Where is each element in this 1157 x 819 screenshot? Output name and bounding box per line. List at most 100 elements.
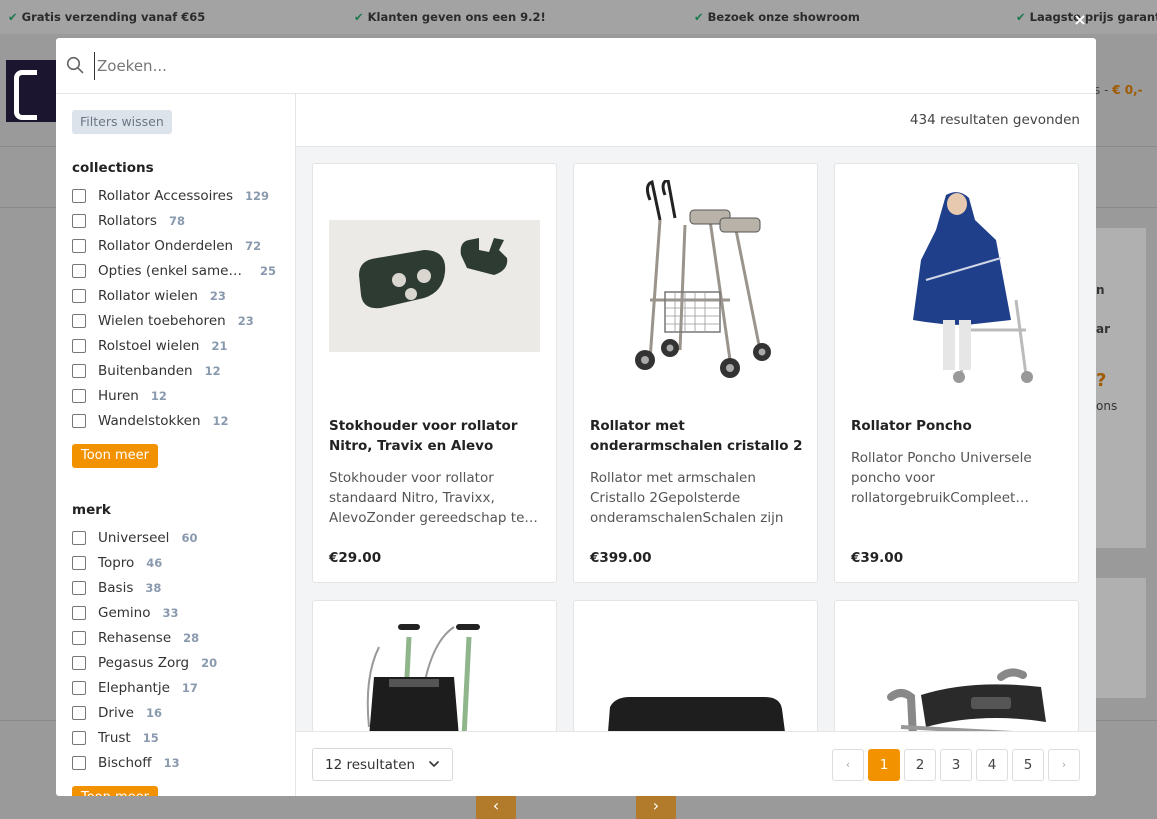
product-card[interactable]: Stokhouder voor rollator Nitro, Travix e…	[312, 163, 557, 583]
search-input[interactable]	[94, 52, 994, 80]
product-title[interactable]: Rollator met onderarmschalen cristallo 2	[590, 416, 805, 456]
product-card[interactable]	[834, 600, 1079, 731]
show-more-collections-button[interactable]: Toon meer	[72, 444, 159, 468]
clear-filters-button[interactable]: Filters wissen	[72, 110, 172, 134]
checkbox[interactable]	[72, 363, 86, 378]
facet-option-label: Buitenbanden	[98, 362, 193, 379]
carousel-prev-button[interactable]: ‹	[476, 795, 516, 819]
facet-option-label: Rolstoel wielen	[98, 337, 200, 354]
checkbox[interactable]	[72, 288, 86, 303]
facet-option-label: Elephantje	[98, 679, 170, 696]
facet-option[interactable]: Rollator Accessoires 129	[72, 183, 287, 208]
background-text: ons	[1096, 399, 1118, 413]
pagination-prev-button[interactable]: ‹	[832, 749, 864, 781]
product-card[interactable]: Rollator Poncho Rollator Poncho Universe…	[834, 163, 1079, 583]
facet-option-label: Rollators	[98, 212, 157, 229]
checkbox[interactable]	[72, 188, 86, 203]
facet-option-label: Rollator Accessoires	[98, 187, 234, 204]
facet-option[interactable]: Rehasense 28	[72, 625, 287, 650]
checkbox[interactable]	[72, 338, 86, 353]
facet-option-label: Wielen toebehoren	[98, 312, 226, 329]
facet-title-merk: merk	[72, 502, 111, 518]
checkbox[interactable]	[72, 555, 86, 570]
product-title[interactable]: Rollator Poncho	[851, 416, 1066, 436]
checkbox[interactable]	[72, 630, 86, 645]
facet-option-count: 33	[162, 605, 179, 620]
store-logo	[6, 60, 58, 122]
facet-option-label: Rehasense	[98, 629, 172, 646]
facet-option-count: 38	[145, 580, 162, 595]
close-icon[interactable]: ×	[1072, 12, 1088, 28]
facet-option[interactable]: Drive 16	[72, 700, 287, 725]
results-per-page-select[interactable]: 12 resultaten	[312, 748, 453, 781]
facet-option[interactable]: Wandelstokken 12	[72, 408, 287, 433]
checkbox[interactable]	[72, 413, 86, 428]
facet-option[interactable]: Rolstoel wielen 21	[72, 333, 287, 358]
show-more-merk-button[interactable]: Toon meer	[72, 786, 159, 796]
product-title[interactable]: Stokhouder voor rollator Nitro, Travix e…	[329, 416, 544, 456]
facet-option[interactable]: Basis 38	[72, 575, 287, 600]
facet-option-count: 28	[183, 630, 200, 645]
checkbox[interactable]	[72, 388, 86, 403]
checkbox[interactable]	[72, 238, 86, 253]
product-description: Rollator met armschalen Cristallo 2Gepol…	[590, 470, 784, 526]
usp-text: Laagste prijs garantie	[1029, 10, 1157, 24]
product-description: Rollator Poncho Universele poncho voor r…	[851, 450, 1032, 506]
checkbox[interactable]	[72, 605, 86, 620]
checkbox[interactable]	[72, 580, 86, 595]
usp-text: Bezoek onze showroom	[707, 10, 860, 24]
product-card[interactable]	[312, 600, 557, 731]
facet-option[interactable]: Topro 46	[72, 550, 287, 575]
facet-option[interactable]: Huren 12	[72, 383, 287, 408]
checkbox[interactable]	[72, 313, 86, 328]
facet-option[interactable]: Universeel 60	[72, 525, 287, 550]
facet-option-label: Universeel	[98, 529, 170, 546]
product-description: Stokhouder voor rollator standaard Nitro…	[329, 470, 538, 526]
results-count: 434 resultaten gevonden	[909, 112, 1080, 128]
facet-option-count: 17	[181, 680, 198, 695]
usp-bar: ✔ Gratis verzending vanaf €65 ✔ Klanten ge…	[0, 0, 1157, 34]
facet-title-collections: collections	[72, 160, 154, 176]
checkbox[interactable]	[72, 755, 86, 770]
pagination-page-4[interactable]: 4	[976, 749, 1008, 781]
facet-option[interactable]: Gemino 33	[72, 600, 287, 625]
product-card[interactable]	[573, 600, 818, 731]
facet-option[interactable]: Buitenbanden 12	[72, 358, 287, 383]
check-icon: ✔	[8, 10, 18, 24]
pagination-next-button[interactable]: ›	[1048, 749, 1080, 781]
facet-option[interactable]: Rollator Onderdelen 72	[72, 233, 287, 258]
pagination-page-3[interactable]: 3	[940, 749, 972, 781]
facet-option[interactable]: Rollator wielen 23	[72, 283, 287, 308]
facet-option-count: 72	[245, 238, 262, 253]
results-header: 434 resultaten gevonden	[296, 94, 1096, 147]
results-footer: 12 resultaten ‹ 1 2 3 4 5 ›	[296, 731, 1096, 796]
background-text: n	[1096, 283, 1105, 297]
facet-option-count: 23	[209, 288, 226, 303]
usp-item: ✔ Gratis verzending vanaf €65	[8, 10, 205, 24]
checkbox[interactable]	[72, 705, 86, 720]
facet-option[interactable]: Rollators 78	[72, 208, 287, 233]
rollator-poncho-image	[913, 192, 1033, 383]
checkbox[interactable]	[72, 263, 86, 278]
pagination-page-2[interactable]: 2	[904, 749, 936, 781]
facet-option[interactable]: Trust 15	[72, 725, 287, 750]
carousel-next-button[interactable]: ›	[636, 795, 676, 819]
pagination-page-1[interactable]: 1	[868, 749, 900, 781]
checkbox[interactable]	[72, 530, 86, 545]
facet-option[interactable]: Pegasus Zorg 20	[72, 650, 287, 675]
facet-option-label: Rollator Onderdelen	[98, 237, 234, 254]
checkbox[interactable]	[72, 680, 86, 695]
facet-option-count: 78	[168, 213, 185, 228]
facet-option-label: Rollator wielen	[98, 287, 198, 304]
background-panel	[1096, 578, 1146, 698]
checkbox[interactable]	[72, 655, 86, 670]
product-card[interactable]: Rollator met onderarmschalen cristallo 2…	[573, 163, 818, 583]
pagination-page-5[interactable]: 5	[1012, 749, 1044, 781]
checkbox[interactable]	[72, 213, 86, 228]
facet-option[interactable]: Opties (enkel samen ... 25	[72, 258, 287, 283]
facet-option[interactable]: Bischoff 13	[72, 750, 287, 775]
usp-item: ✔ Bezoek onze showroom	[694, 10, 860, 24]
facet-option[interactable]: Elephantje 17	[72, 675, 287, 700]
facet-option[interactable]: Wielen toebehoren 23	[72, 308, 287, 333]
checkbox[interactable]	[72, 730, 86, 745]
